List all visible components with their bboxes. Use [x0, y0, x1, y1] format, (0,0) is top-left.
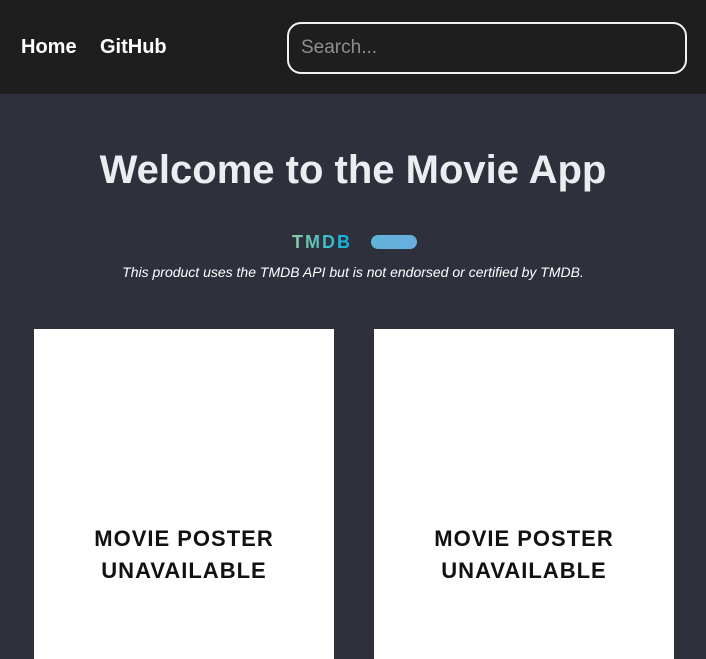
nav-home-link[interactable]: Home	[21, 36, 77, 58]
poster-placeholder-text: MOVIE POSTER UNAVAILABLE	[34, 523, 334, 587]
movie-card[interactable]: MOVIE POSTER UNAVAILABLE	[34, 329, 334, 659]
tmdb-disclaimer: This product uses the TMDB API but is no…	[122, 264, 584, 280]
top-navbar: Home GitHub	[0, 0, 706, 94]
poster-placeholder-text: MOVIE POSTER UNAVAILABLE	[374, 523, 674, 587]
tmdb-logo: TMDB	[292, 233, 418, 251]
poster-placeholder-line: MOVIE POSTER	[434, 526, 614, 551]
page-title: Welcome to the Movie App	[99, 148, 607, 192]
poster-placeholder-line: UNAVAILABLE	[441, 558, 607, 583]
poster-placeholder-line: UNAVAILABLE	[101, 558, 267, 583]
tmdb-logo-text: TMDB	[292, 232, 352, 252]
movie-card[interactable]: MOVIE POSTER UNAVAILABLE	[374, 329, 674, 659]
search-input[interactable]	[287, 22, 687, 74]
main-content: Welcome to the Movie App TMDB This produ…	[0, 94, 706, 659]
poster-placeholder-line: MOVIE POSTER	[94, 526, 274, 551]
nav-github-link[interactable]: GitHub	[100, 36, 167, 58]
tmdb-logo-pill-icon	[371, 235, 417, 249]
